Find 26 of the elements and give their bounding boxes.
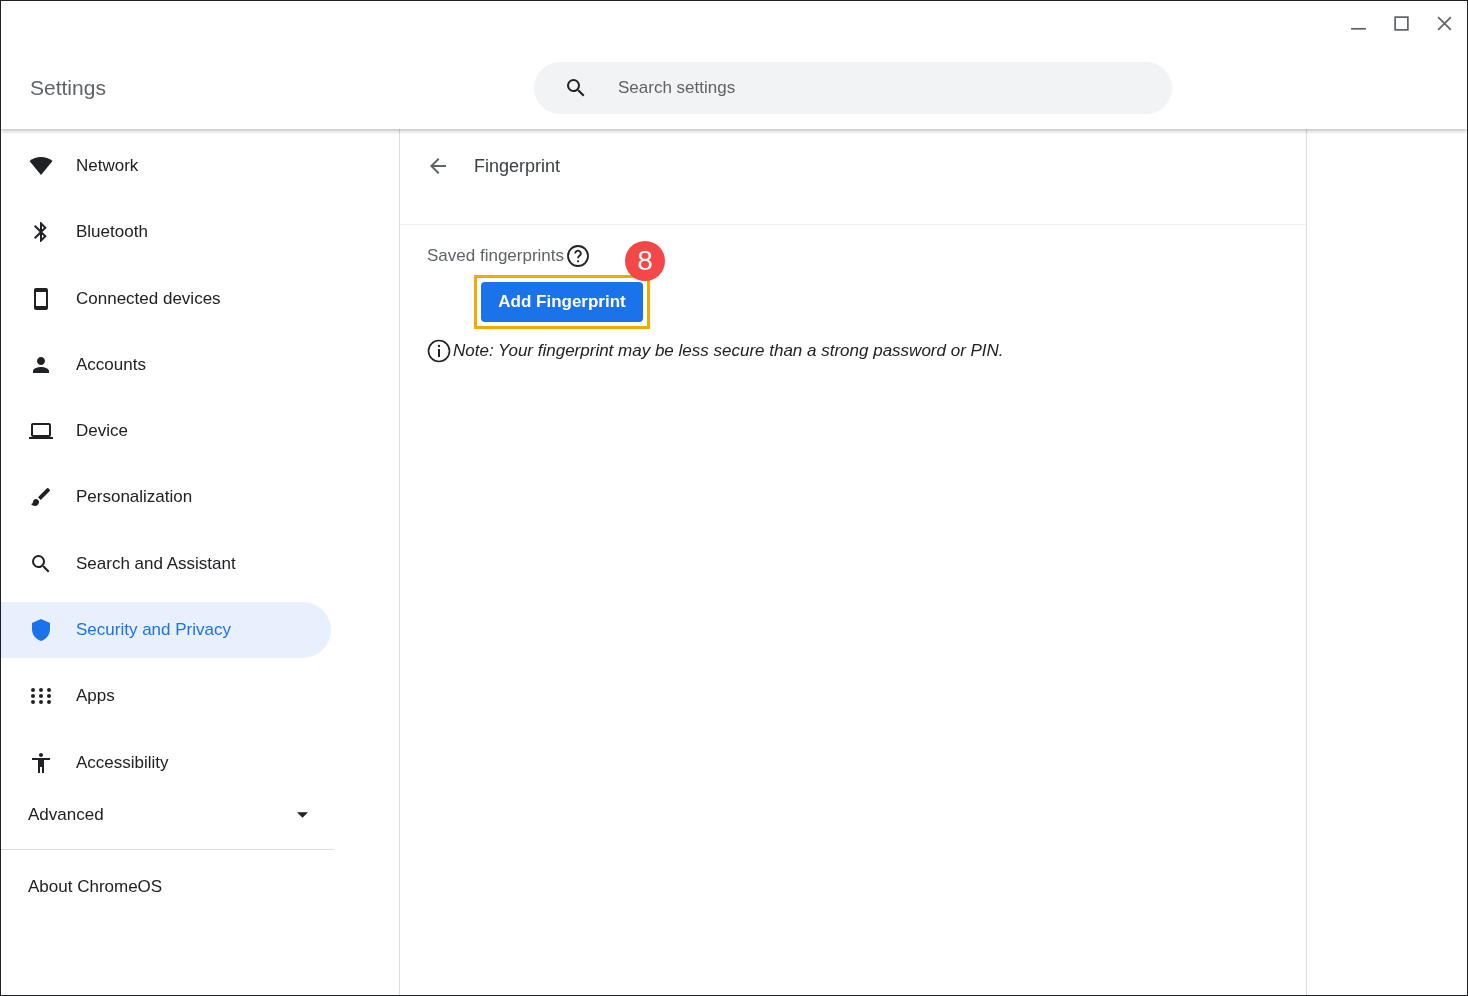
note-text: Note: Your fingerprint may be less secure than a strong password or PIN. [453, 341, 1004, 361]
info-icon [427, 339, 451, 363]
sidebar-item[interactable]: Network [1, 138, 331, 194]
caret-icon [297, 811, 308, 818]
advanced-toggle[interactable]: Advanced [1, 800, 308, 829]
sidebar-item[interactable]: Device [1, 403, 331, 460]
add-fingerprint-button[interactable]: Add Fingerprint [481, 282, 643, 322]
window-title: Settings [30, 76, 107, 100]
maximize-icon[interactable] [1393, 15, 1410, 32]
sidebar-item[interactable]: Accounts [1, 336, 331, 393]
about-link[interactable]: About ChromeOS [28, 876, 163, 897]
sidebar-item[interactable]: Search and Assistant [1, 535, 331, 592]
page-title: Fingerprint [474, 156, 561, 177]
close-icon[interactable] [1436, 15, 1453, 32]
sidebar-item[interactable]: Connected devices [1, 270, 331, 327]
search-field[interactable]: Search settings [534, 62, 1172, 114]
sidebar-item[interactable]: Personalization [1, 469, 331, 526]
sidebar-item[interactable]: Accessibility [1, 734, 331, 791]
help-icon[interactable] [566, 244, 591, 268]
section-label: Saved fingerprints [427, 246, 565, 266]
shield-icon [29, 618, 53, 643]
sidebar-item[interactable]: Security and Privacy [1, 602, 331, 659]
sidebar-item[interactable]: Apps [1, 668, 331, 725]
sidebar-item[interactable]: Bluetooth [1, 204, 331, 261]
step-marker: 8 [625, 241, 666, 281]
accessibility-icon [29, 750, 53, 775]
